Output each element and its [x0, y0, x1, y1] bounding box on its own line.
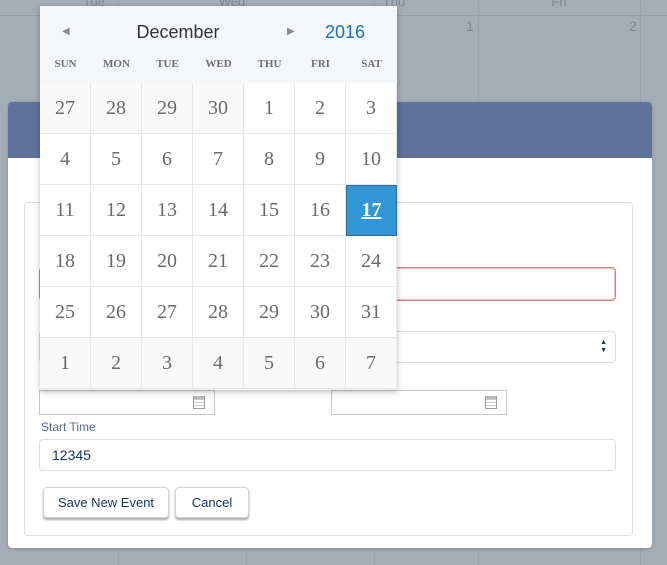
calendar-icon[interactable]	[485, 396, 497, 409]
day-cell[interactable]: 30	[295, 287, 346, 338]
weekday-label: MON	[103, 58, 130, 70]
week-row: 18 19 20 21 22 23 24	[40, 236, 397, 287]
day-cell[interactable]: 25	[40, 287, 91, 338]
calendar-icon[interactable]	[193, 396, 205, 409]
day-cell[interactable]: 21	[193, 236, 244, 287]
day-cell[interactable]: 4	[40, 134, 91, 185]
day-cell[interactable]: 13	[142, 185, 193, 236]
day-cell[interactable]: 31	[346, 287, 397, 338]
day-cell[interactable]: 28	[91, 83, 142, 134]
selected-day-cell[interactable]: 17	[346, 185, 397, 236]
day-cell[interactable]: 6	[295, 338, 346, 389]
day-cell[interactable]: 26	[91, 287, 142, 338]
prev-month-icon[interactable]: ◀	[62, 26, 70, 37]
weekday-label: SAT	[361, 58, 382, 70]
day-cell[interactable]: 10	[346, 134, 397, 185]
end-date-input[interactable]	[331, 390, 507, 415]
date-picker: ◀ December ▶ 2016 SUN MON TUE WED THU FR…	[40, 6, 397, 390]
day-cell[interactable]: 5	[244, 338, 295, 389]
date-picker-nav: ◀ December ▶ 2016	[40, 6, 397, 58]
day-cell[interactable]: 29	[244, 287, 295, 338]
day-cell[interactable]: 7	[346, 338, 397, 389]
save-new-event-button[interactable]: Save New Event	[43, 487, 169, 518]
year-selector[interactable]: 2016	[325, 22, 365, 43]
day-cell[interactable]: 23	[295, 236, 346, 287]
day-header-fri: Fri	[551, 0, 567, 9]
month-label: December	[136, 22, 220, 42]
select-arrows-icon: ▲ ▼	[600, 339, 607, 354]
weekday-label: SUN	[54, 58, 77, 70]
week-row: 4 5 6 7 8 9 10	[40, 134, 397, 185]
day-cell[interactable]: 12	[91, 185, 142, 236]
start-time-input[interactable]	[39, 439, 616, 471]
day-cell[interactable]: 7	[193, 134, 244, 185]
day-cell[interactable]: 8	[244, 134, 295, 185]
day-cell[interactable]: 9	[295, 134, 346, 185]
day-cell[interactable]: 4	[193, 338, 244, 389]
day-cell[interactable]: 14	[193, 185, 244, 236]
calendar-day-number: 1	[466, 18, 474, 34]
day-cell[interactable]: 30	[193, 83, 244, 134]
day-cell[interactable]: 18	[40, 236, 91, 287]
week-row: 11 12 13 14 15 16 17	[40, 185, 397, 236]
day-cell[interactable]: 1	[40, 338, 91, 389]
day-cell[interactable]: 15	[244, 185, 295, 236]
start-date-input[interactable]	[39, 390, 215, 415]
day-cell[interactable]: 27	[142, 287, 193, 338]
day-cell[interactable]: 11	[40, 185, 91, 236]
start-time-label: Start Time	[41, 420, 96, 434]
week-row: 1234567	[40, 338, 397, 389]
day-cell[interactable]: 19	[91, 236, 142, 287]
day-cell[interactable]: 3	[346, 83, 397, 134]
weekday-label: FRI	[311, 58, 330, 70]
weekday-label: WED	[205, 58, 232, 70]
day-cell[interactable]: 3	[142, 338, 193, 389]
day-cell[interactable]: 16	[295, 185, 346, 236]
week-row: 27 28 29 30 1 2 3	[40, 83, 397, 134]
cancel-button[interactable]: Cancel	[175, 487, 249, 518]
week-row: 25 26 27 28 29 30 31	[40, 287, 397, 338]
day-cell[interactable]: 27	[40, 83, 91, 134]
day-cell[interactable]: 5	[91, 134, 142, 185]
weekday-header: SUN MON TUE WED THU FRI SAT	[40, 58, 397, 82]
day-cell[interactable]: 2	[91, 338, 142, 389]
day-cell[interactable]: 6	[142, 134, 193, 185]
day-cell[interactable]: 29	[142, 83, 193, 134]
next-month-icon[interactable]: ▶	[287, 26, 295, 37]
weekday-label: TUE	[156, 58, 179, 70]
day-cell[interactable]: 28	[193, 287, 244, 338]
day-cell[interactable]: 1	[244, 83, 295, 134]
calendar-day-number: 2	[629, 18, 637, 34]
day-grid: 27 28 29 30 1 2 3 4 5 6 7 8 9 10 11 12 13 14 15 16 17 18 19 20 2…	[40, 83, 397, 389]
day-cell[interactable]: 22	[244, 236, 295, 287]
weekday-label: THU	[257, 58, 282, 70]
day-cell[interactable]: 2	[295, 83, 346, 134]
day-cell[interactable]: 20	[142, 236, 193, 287]
day-cell[interactable]: 24	[346, 236, 397, 287]
